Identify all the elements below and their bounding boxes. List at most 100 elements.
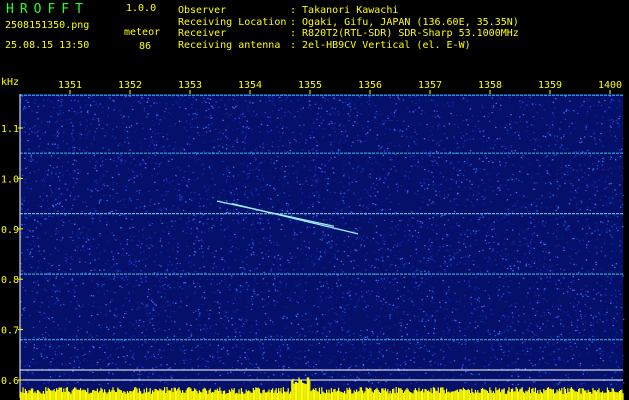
noise-dot (382, 154, 384, 156)
noise-dot (523, 237, 526, 239)
noise-dot (222, 362, 225, 364)
noise-dot (247, 108, 249, 110)
noise-dot (341, 223, 343, 225)
noise-dot (174, 220, 176, 222)
noise-dot (359, 210, 361, 212)
noise-dot (70, 263, 72, 265)
noise-dot (133, 235, 135, 238)
noise-dot (92, 346, 94, 348)
noise-dot (255, 167, 257, 169)
noise-dot (437, 291, 439, 293)
noise-dot (282, 316, 284, 318)
noise-dot (67, 187, 69, 189)
noise-dot (310, 325, 312, 327)
noise-dot (564, 220, 566, 222)
noise-dot (37, 221, 39, 223)
noise-dot (382, 240, 384, 242)
noise-dot (370, 266, 372, 269)
noise-dot (399, 146, 401, 148)
noise-dot (297, 302, 299, 304)
noise-dot (497, 344, 500, 346)
noise-dot (399, 258, 402, 260)
noise-dot (90, 275, 92, 277)
noise-dot (50, 189, 52, 191)
noise-dot (474, 321, 476, 323)
noise-dot (413, 315, 416, 317)
noise-dot (492, 349, 494, 351)
noise-dot (596, 251, 599, 253)
noise-dot (505, 256, 507, 258)
noise-dot (596, 349, 598, 351)
noise-dot (125, 332, 127, 334)
noise-dot (52, 289, 55, 292)
noise-dot (561, 176, 563, 179)
noise-dot (103, 185, 106, 187)
noise-dot (519, 120, 521, 123)
noise-dot (84, 272, 87, 274)
noise-dot (266, 133, 269, 135)
noise-dot (314, 256, 316, 258)
noise-dot (348, 120, 350, 122)
noise-dot (431, 315, 434, 317)
noise-dot (342, 376, 344, 378)
info-row-observer: Observer: Takanori Kawachi (178, 5, 519, 17)
noise-dot (586, 150, 588, 152)
noise-dot (225, 351, 227, 353)
noise-dot (165, 155, 167, 157)
noise-dot (255, 295, 257, 297)
noise-dot (195, 318, 198, 320)
noise-dot (38, 321, 41, 323)
noise-dot (34, 102, 36, 104)
noise-dot (560, 148, 562, 150)
noise-dot (89, 104, 92, 106)
noise-base (20, 94, 623, 398)
noise-dot (596, 162, 598, 164)
noise-dot (396, 313, 398, 315)
noise-dot (492, 151, 494, 153)
noise-dot (48, 334, 50, 336)
noise-dot (251, 247, 253, 249)
noise-dot (231, 324, 233, 326)
noise-dot (74, 196, 77, 198)
noise-dot (157, 115, 159, 117)
noise-dot (132, 291, 134, 293)
noise-dot (512, 133, 514, 136)
noise-dot (422, 201, 424, 203)
noise-dot (322, 119, 325, 121)
noise-dot (101, 160, 104, 162)
noise-dot (179, 194, 181, 196)
noise-dot (359, 355, 361, 357)
noise-dot (377, 324, 379, 326)
noise-dot (502, 258, 504, 260)
noise-dot (419, 262, 422, 264)
noise-dot (580, 382, 582, 384)
noise-dot (146, 312, 148, 314)
noise-dot (605, 280, 608, 282)
noise-dot (268, 194, 270, 196)
noise-dot (160, 276, 163, 279)
noise-dot (259, 222, 262, 224)
noise-dot (131, 308, 133, 310)
noise-dot (250, 252, 252, 254)
noise-dot (606, 353, 608, 355)
noise-dot (470, 201, 472, 203)
noise-dot (407, 224, 409, 226)
noise-dot (413, 351, 415, 353)
noise-dot (47, 382, 49, 384)
noise-dot (459, 261, 461, 263)
noise-dot (530, 322, 532, 324)
noise-dot (618, 339, 621, 341)
noise-dot (225, 167, 228, 169)
noise-dot (93, 100, 95, 102)
noise-dot (347, 383, 349, 385)
noise-dot (373, 252, 375, 254)
noise-dot (358, 371, 361, 373)
noise-dot (583, 334, 585, 336)
noise-dot (180, 120, 183, 122)
info-value: : 2el-HB9CV Vertical (el. E-W) (290, 39, 471, 51)
noise-dot (311, 374, 313, 376)
noise-dot (472, 138, 475, 140)
noise-dot (223, 199, 226, 202)
noise-dot (259, 248, 262, 250)
noise-dot (199, 286, 201, 288)
